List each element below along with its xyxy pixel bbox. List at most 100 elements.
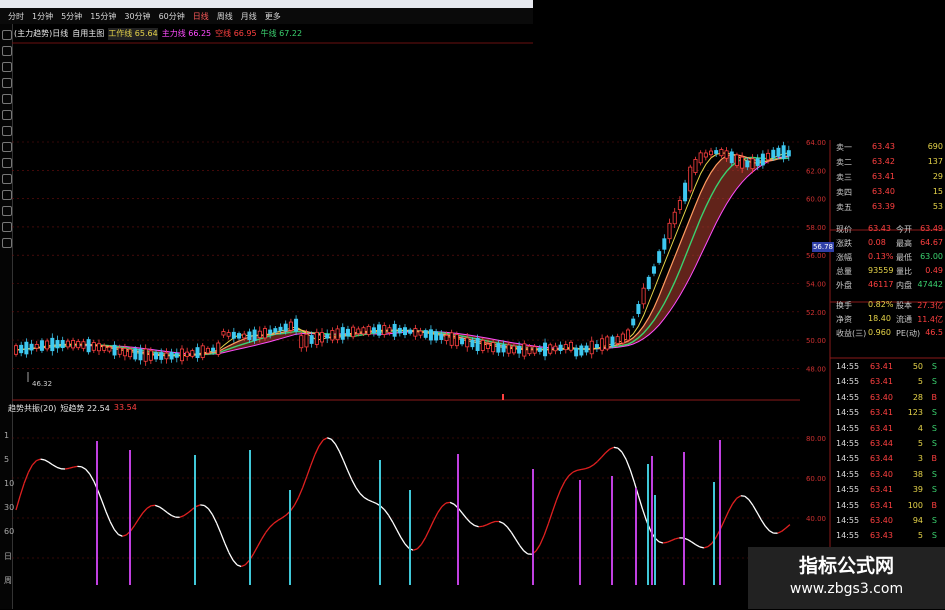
candle-body <box>777 148 780 156</box>
candle-body <box>471 340 474 347</box>
oscillator-segment <box>213 515 217 523</box>
candle-body <box>14 346 17 355</box>
oscillator-segment <box>659 542 663 543</box>
price-axis-label: 52.00 <box>806 309 826 317</box>
candle-body <box>279 327 282 330</box>
oscillator-segment <box>642 509 646 521</box>
candle-body <box>154 353 157 359</box>
low-marker-label: 46.32 <box>32 380 52 388</box>
candle-body <box>512 346 515 353</box>
order-book-row: 卖五63.3953 <box>832 202 945 214</box>
candle-body <box>600 339 603 350</box>
book-label: 卖一 <box>836 142 852 153</box>
tick-price: 63.44 <box>870 439 893 448</box>
tick-time: 14:55 <box>836 531 859 540</box>
candle-body <box>440 334 443 339</box>
candle-body <box>82 342 85 349</box>
candle-body <box>305 334 308 347</box>
candle-body <box>388 328 391 333</box>
left-axis-label: 日 <box>4 551 12 562</box>
candle-body <box>243 334 246 338</box>
stat-label: 现价 <box>836 224 852 235</box>
candle-body <box>549 345 552 353</box>
oscillator-segment <box>618 448 622 452</box>
oscillator-segment <box>745 496 749 499</box>
candle-body <box>97 344 100 351</box>
stat-value: 64.67 <box>920 238 943 247</box>
candle-body <box>35 344 38 348</box>
sub-axis-label: 60.00 <box>806 475 826 483</box>
oscillator-segment <box>569 472 573 476</box>
stat-label: 今开 <box>896 224 912 235</box>
tick-flag: S <box>932 362 937 371</box>
oscillator-segment <box>253 546 257 553</box>
candle-body <box>149 351 152 360</box>
oscillator-segment <box>557 490 561 500</box>
stat-value: 46117 <box>868 280 893 289</box>
stat-value: 63.43 <box>868 224 891 233</box>
oscillator-segment <box>352 480 356 488</box>
oscillator-segment <box>606 449 610 453</box>
oscillator-segment <box>53 465 57 467</box>
tick-price: 63.40 <box>870 393 893 402</box>
oscillator-segment <box>32 461 36 465</box>
candle-body <box>92 343 95 351</box>
candle-body <box>134 349 137 359</box>
order-book-row: 卖四63.4015 <box>832 187 945 199</box>
indicator-value: 33.54 <box>114 403 137 414</box>
oscillator-segment <box>753 506 757 513</box>
quote-stat-row: 收益(三)0.960PE(动)46.5 <box>832 328 945 340</box>
candle-body <box>393 324 396 336</box>
tick-volume: 3 <box>918 454 923 463</box>
stat-value: 0.08 <box>868 238 886 247</box>
candle-body <box>678 200 681 209</box>
oscillator-segment <box>737 496 741 499</box>
candle-body <box>284 324 287 331</box>
oscillator-segment <box>204 506 208 509</box>
price-axis-label: 50.00 <box>806 337 826 345</box>
candle-body <box>606 337 609 349</box>
oscillator-segment <box>69 467 73 468</box>
oscillator-segment <box>225 543 229 552</box>
book-volume: 53 <box>933 202 943 211</box>
tick-flag: S <box>932 470 937 479</box>
quote-stat-row: 总量93559量比0.49 <box>832 266 945 278</box>
oscillator-segment <box>57 467 61 468</box>
book-volume: 15 <box>933 187 943 196</box>
book-label: 卖四 <box>836 187 852 198</box>
tick-volume: 5 <box>918 531 923 540</box>
candle-body <box>108 347 111 351</box>
oscillator-segment <box>188 509 192 512</box>
candle-body <box>61 340 64 347</box>
oscillator-segment <box>82 467 86 469</box>
candle-body <box>196 348 199 358</box>
candle-body <box>87 340 90 352</box>
tick-flag: B <box>932 501 938 510</box>
oscillator-segment <box>335 444 339 452</box>
oscillator-segment <box>266 527 270 532</box>
stat-label: 换手 <box>836 300 852 311</box>
candle-body <box>211 348 214 351</box>
oscillator-segment <box>597 457 601 461</box>
oscillator-segment <box>131 525 135 531</box>
oscillator-segment <box>311 455 315 466</box>
candle-body <box>165 353 168 359</box>
candle-body <box>170 352 173 359</box>
oscillator-segment <box>106 512 110 522</box>
candle-body <box>761 154 764 165</box>
candle-body <box>766 153 769 159</box>
candle-body <box>263 329 266 338</box>
tick-row: 14:5563.4094S <box>832 516 945 528</box>
stock-chart[interactable]: 64.0062.0060.0058.0056.0054.0052.0050.00… <box>0 0 945 609</box>
oscillator-segment <box>368 500 372 502</box>
candle-body <box>642 288 645 304</box>
price-axis-label: 62.00 <box>806 167 826 175</box>
oscillator-segment <box>671 539 675 541</box>
tick-row: 14:5563.4038S <box>832 470 945 482</box>
current-price-tag: 56.78 <box>812 242 834 252</box>
candle-body <box>357 329 360 334</box>
oscillator-segment <box>245 560 249 564</box>
oscillator-segment <box>524 551 528 554</box>
oscillator-segment <box>417 544 421 548</box>
candle-body <box>709 151 712 155</box>
